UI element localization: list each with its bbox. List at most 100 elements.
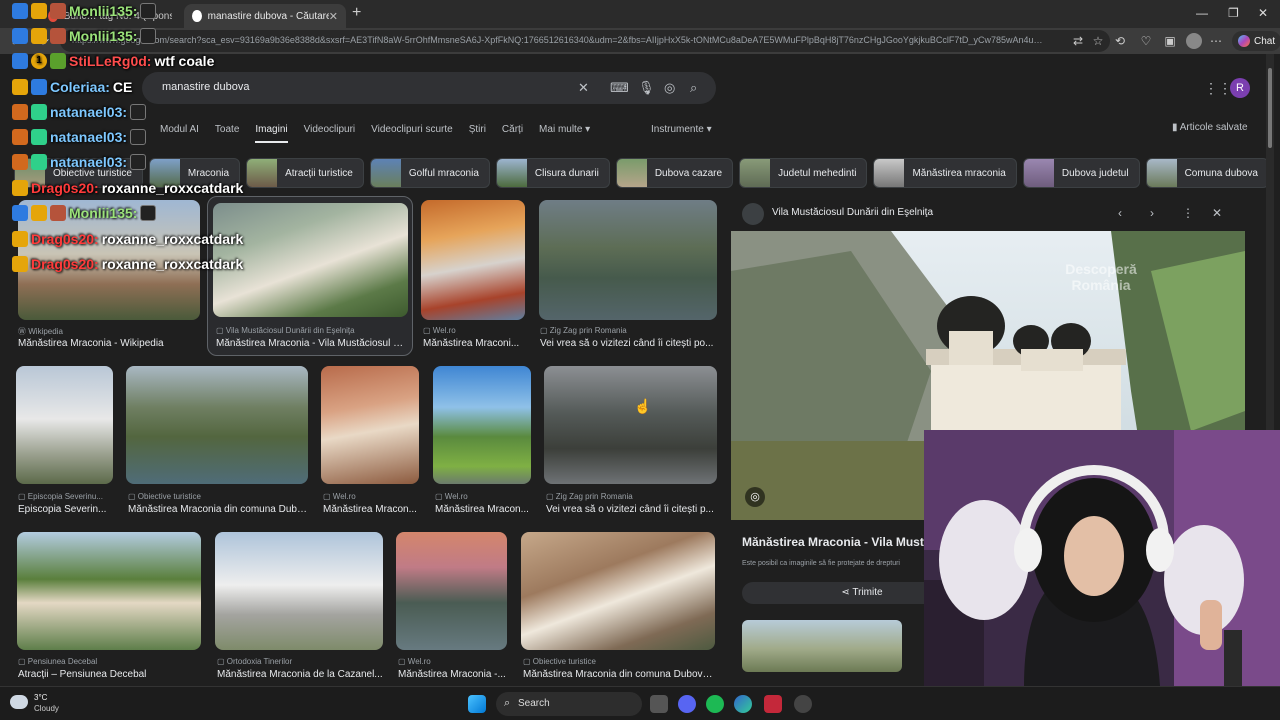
wikipedia-icon: Ⓦ <box>18 327 29 336</box>
tools-dropdown[interactable]: Instrumente ▾ <box>651 124 712 135</box>
close-window-icon[interactable]: ✕ <box>1258 6 1268 20</box>
result-title[interactable]: Mănăstirea Mraconi... <box>423 338 525 349</box>
chat-message: Monlii135: <box>12 202 157 224</box>
saved-articles-link[interactable]: ▮ Articole salvate <box>1172 122 1248 133</box>
chip[interactable]: Dubova cazare <box>615 158 734 188</box>
new-tab-icon[interactable]: + <box>352 4 361 22</box>
close-tab-icon[interactable]: ✕ <box>329 10 338 23</box>
chip[interactable]: Dubova judetul <box>1022 158 1140 188</box>
obs-icon[interactable] <box>794 695 812 713</box>
result-title[interactable]: Vei vrea să o vizitezi când îi citești p… <box>546 504 716 515</box>
result-image[interactable] <box>433 366 531 484</box>
voice-search-icon[interactable]: 🎙 <box>638 80 655 96</box>
result-title[interactable]: Mănăstirea Mracon... <box>435 504 531 515</box>
result-image[interactable] <box>16 366 113 484</box>
related-image-thumbnail[interactable] <box>742 620 902 672</box>
keyboard-icon[interactable]: ⌨ <box>610 80 629 96</box>
source-label: Pensiunea Decebal <box>27 657 98 666</box>
result-image[interactable] <box>321 366 419 484</box>
tab-news[interactable]: Știri <box>469 124 486 143</box>
bookmark-star-icon[interactable]: ☆ <box>1090 33 1106 49</box>
source-label: Zig Zag prin Romania <box>549 326 627 335</box>
result-title[interactable]: Mănăstirea Mraconia - Vila Mustăciosul D… <box>216 338 408 349</box>
emote-icon <box>50 205 66 221</box>
result-title[interactable]: Mănăstirea Mraconia din comuna Dubova,..… <box>523 669 715 680</box>
chip[interactable]: Mănăstirea mraconia <box>873 158 1017 188</box>
more-menu-icon[interactable]: ⋯ <box>1208 33 1224 49</box>
task-view-icon[interactable] <box>650 695 668 713</box>
search-icon[interactable]: ⌕ <box>690 80 697 96</box>
result-title[interactable]: Mănăstirea Mraconia de la Cazanel... <box>217 669 383 680</box>
taskbar-search[interactable]: ⌕ Search <box>496 692 642 716</box>
result-image[interactable] <box>521 532 715 650</box>
discord-icon[interactable] <box>678 695 696 713</box>
app-icon[interactable] <box>764 695 782 713</box>
panel-source-link[interactable]: Vila Mustăciosul Dunării din Eşelniţa <box>772 207 933 218</box>
chip-label: Golful mraconia <box>408 167 479 179</box>
chip[interactable]: Comuna dubova <box>1145 158 1269 188</box>
windows-start-icon[interactable] <box>468 695 486 713</box>
tab-images[interactable]: Imagini <box>255 124 288 143</box>
chip[interactable]: Clisura dunarii <box>495 158 610 188</box>
translate-icon[interactable]: ⇄ <box>1070 33 1086 49</box>
chat-message: Drag0s20: roxanne_roxxcatdark <box>12 177 243 199</box>
panel-title[interactable]: Mănăstirea Mraconia - Vila Mustăc <box>742 535 937 549</box>
chat-username: Drag0s20: <box>31 256 99 272</box>
result-title[interactable]: Mănăstirea Mraconia - Wikipedia <box>18 338 200 349</box>
result-title[interactable]: Mănăstirea Mraconia -... <box>398 669 508 680</box>
result-title[interactable]: Atracții – Pensiunea Decebal <box>18 669 200 680</box>
tab-books[interactable]: Cărți <box>502 124 523 143</box>
collections-icon[interactable]: ▣ <box>1162 33 1178 49</box>
result-title[interactable]: Mănăstirea Mraconia din comuna Dubo... <box>128 504 308 515</box>
chip[interactable]: Judetul mehedinti <box>739 158 868 188</box>
share-label: Trimite <box>852 587 883 598</box>
result-image[interactable] <box>215 532 383 650</box>
result-title[interactable]: Vei vrea să o vizitezi când îi citești p… <box>540 338 716 349</box>
search-box[interactable]: manastire dubova ✕ ⌨ 🎙 ◎ ⌕ <box>142 72 716 104</box>
result-image[interactable] <box>544 366 717 484</box>
lens-search-icon[interactable]: ◎ <box>664 80 675 96</box>
minimize-icon[interactable]: — <box>1196 6 1208 20</box>
chip-thumbnail <box>370 159 401 187</box>
extensions-icon[interactable]: ⟲ <box>1112 33 1128 49</box>
chat-username: natanael03: <box>50 129 128 145</box>
chip-label: Mănăstirea mraconia <box>912 167 1006 179</box>
emote-badge-icon <box>12 154 28 170</box>
profile-avatar-icon[interactable] <box>1186 33 1202 49</box>
previous-image-icon[interactable]: ‹ <box>1118 206 1122 220</box>
weather-temperature[interactable]: 3°C <box>34 693 47 702</box>
result-image[interactable] <box>421 200 525 320</box>
spotify-icon[interactable] <box>706 695 724 713</box>
result-image[interactable] <box>539 200 717 320</box>
browser-tab-active[interactable]: manastire dubova - Căutare Goog ✕ <box>184 4 346 28</box>
edge-icon[interactable] <box>734 695 752 713</box>
result-image[interactable] <box>17 532 201 650</box>
source-label: Zig Zag prin Romania <box>555 492 633 501</box>
copilot-chat-button[interactable]: Chat <box>1232 31 1280 51</box>
chip[interactable]: Golful mraconia <box>369 158 490 188</box>
result-title[interactable]: Episcopia Severin... <box>18 504 114 515</box>
close-panel-icon[interactable]: ✕ <box>1212 206 1222 220</box>
url-input[interactable]: https://www.google.com/search?sca_esv=93… <box>60 30 1110 52</box>
weather-condition[interactable]: Cloudy <box>34 704 59 713</box>
maximize-icon[interactable]: ❐ <box>1228 6 1239 20</box>
chip[interactable]: Atracții turistice <box>246 158 364 188</box>
result-image[interactable] <box>396 532 507 650</box>
clear-search-icon[interactable]: ✕ <box>578 80 589 96</box>
scrollbar-thumb[interactable] <box>1268 68 1272 148</box>
next-image-icon[interactable]: › <box>1150 206 1154 220</box>
chat-username: Coleriaa: <box>50 79 110 95</box>
more-options-icon[interactable]: ⋮ <box>1182 206 1194 220</box>
result-title[interactable]: Mănăstirea Mracon... <box>323 504 419 515</box>
search-input[interactable]: manastire dubova <box>162 81 249 93</box>
tab-ai-mode[interactable]: Modul AI <box>160 124 199 143</box>
lens-icon[interactable]: ◎ <box>745 487 765 507</box>
account-avatar[interactable]: R <box>1230 78 1250 98</box>
source-label: Wel.ro <box>407 657 431 666</box>
tab-all[interactable]: Toate <box>215 124 239 143</box>
tab-videos[interactable]: Videoclipuri <box>304 124 356 143</box>
result-image[interactable] <box>126 366 308 484</box>
favorites-icon[interactable]: ♡ <box>1138 33 1154 49</box>
tab-short-videos[interactable]: Videoclipuri scurte <box>371 124 453 143</box>
tab-more[interactable]: Mai multe ▾ <box>539 124 590 143</box>
